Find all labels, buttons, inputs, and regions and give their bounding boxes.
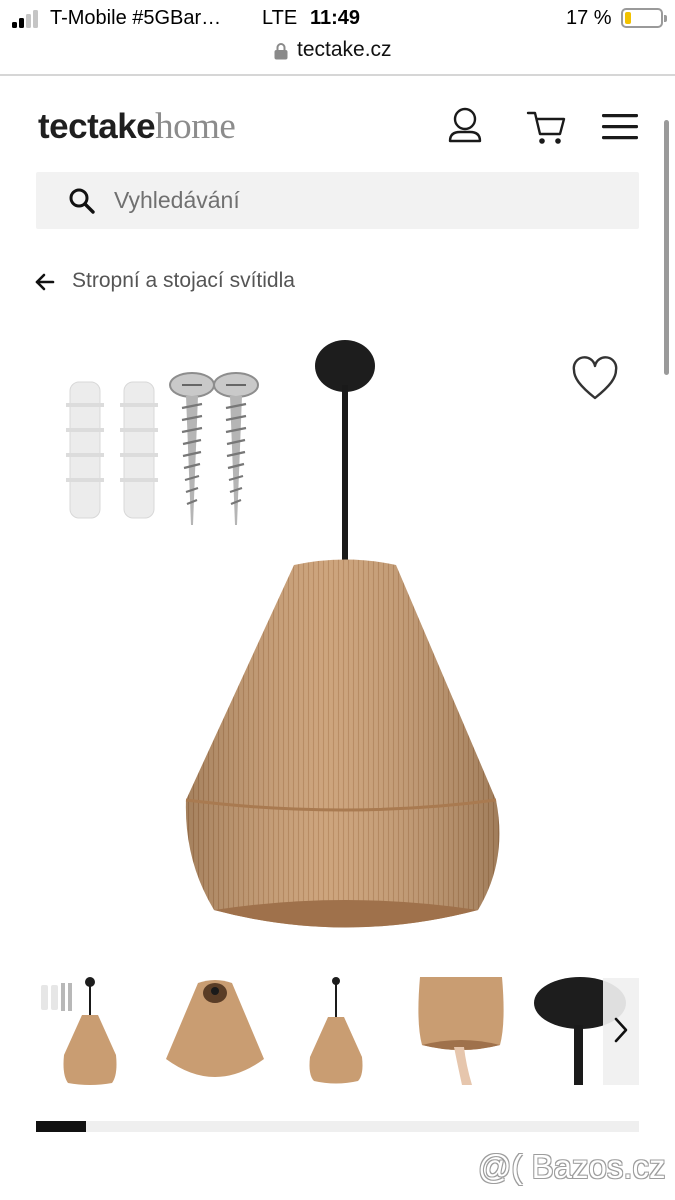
arrow-left-icon	[35, 273, 55, 291]
screw-image	[169, 372, 259, 525]
battery-percentage: 17 %	[566, 7, 612, 29]
battery-icon	[621, 8, 667, 28]
page-scrollbar[interactable]	[664, 120, 669, 375]
logo-sub-text: home	[155, 106, 236, 147]
carrier-name: T-Mobile #5GBar…	[50, 7, 222, 29]
cart-icon	[526, 111, 566, 144]
heart-icon	[572, 356, 618, 400]
back-button[interactable]	[35, 272, 55, 292]
wishlist-button[interactable]	[570, 356, 620, 402]
search-box[interactable]	[36, 172, 639, 229]
lock-icon	[274, 43, 288, 60]
clock: 11:49	[310, 7, 361, 29]
thumbnail-strip[interactable]	[36, 975, 639, 1090]
url-text[interactable]: tectake.cz	[297, 38, 392, 62]
search-input[interactable]	[114, 180, 614, 220]
account-button[interactable]	[444, 106, 486, 148]
thumbnails-next-button[interactable]	[603, 978, 639, 1085]
wall-plug-image	[66, 381, 158, 519]
site-logo[interactable]: tectakehome	[38, 106, 236, 147]
thumbnail-3[interactable]	[282, 975, 392, 1087]
thumbnail-1[interactable]	[36, 975, 146, 1087]
menu-button[interactable]	[600, 112, 642, 142]
address-bar-divider	[0, 74, 675, 76]
hamburger-menu-icon	[602, 114, 638, 140]
logo-brand-text: tectake	[38, 107, 156, 146]
product-main-image[interactable]	[36, 330, 639, 960]
user-icon	[448, 107, 482, 143]
address-bar[interactable]: tectake.cz	[0, 36, 675, 76]
thumbnail-2[interactable]	[160, 975, 270, 1087]
cart-button[interactable]	[526, 108, 568, 148]
status-bar: T-Mobile #5GBar… LTE 11:49 17 %	[0, 0, 675, 38]
signal-strength-icon	[12, 10, 42, 28]
search-icon	[69, 188, 95, 214]
battery-level	[625, 12, 631, 24]
thumbnail-4[interactable]	[406, 975, 516, 1087]
chevron-right-icon	[614, 1017, 628, 1043]
network-type: LTE	[262, 7, 298, 29]
gallery-progress-fill	[36, 1121, 87, 1132]
gallery-progress-bar	[36, 1121, 639, 1132]
watermark-text: @( Bazos.cz	[478, 1148, 666, 1185]
breadcrumb-category-link[interactable]: Stropní a stojací svítidla	[72, 269, 295, 293]
